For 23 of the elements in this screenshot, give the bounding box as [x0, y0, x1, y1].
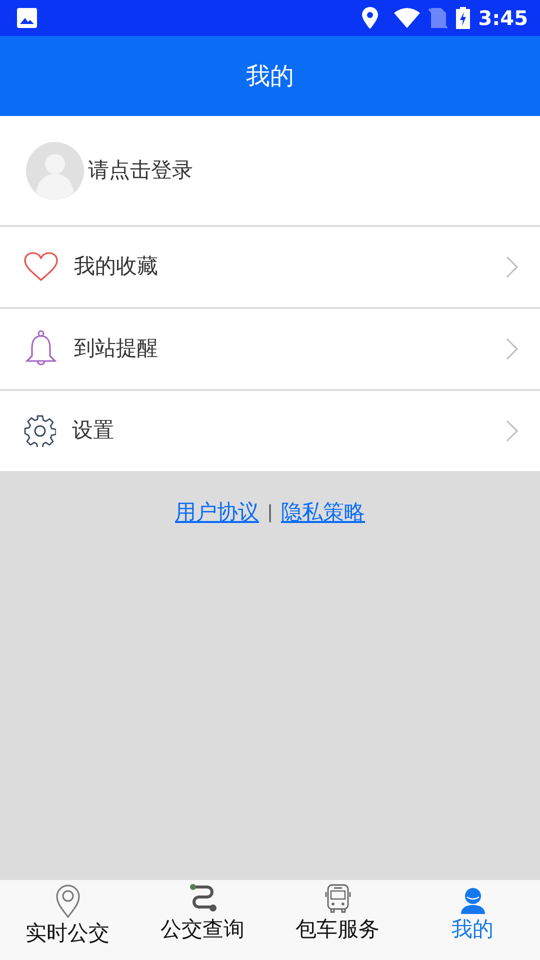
route-icon	[188, 884, 216, 914]
chevron-icon	[506, 420, 518, 442]
settings-icon	[24, 415, 56, 447]
wifi-icon	[394, 8, 420, 28]
image-icon	[16, 7, 38, 29]
page-title: 我的	[246, 61, 294, 92]
bell-icon	[24, 330, 58, 368]
tab-button[interactable]: 实时公交	[0, 880, 135, 960]
location-pin-icon	[54, 884, 80, 918]
separator: |	[266, 501, 274, 526]
chevron-icon	[506, 256, 518, 278]
battery-charging-icon	[456, 7, 470, 29]
login-prompt[interactable]: 请点击登录	[88, 154, 193, 186]
bus-icon	[324, 884, 350, 914]
location-icon	[362, 7, 378, 29]
chevron-icon	[506, 338, 518, 360]
tab-button[interactable]: 公交查询	[135, 880, 270, 960]
avatar-icon	[26, 142, 84, 200]
clock-time: 3:45	[478, 5, 528, 32]
heart-icon	[24, 252, 58, 282]
no-sim-icon	[428, 7, 448, 29]
tab-button[interactable]: 包车服务	[270, 880, 405, 960]
tab-button[interactable]: 我的	[405, 880, 540, 960]
